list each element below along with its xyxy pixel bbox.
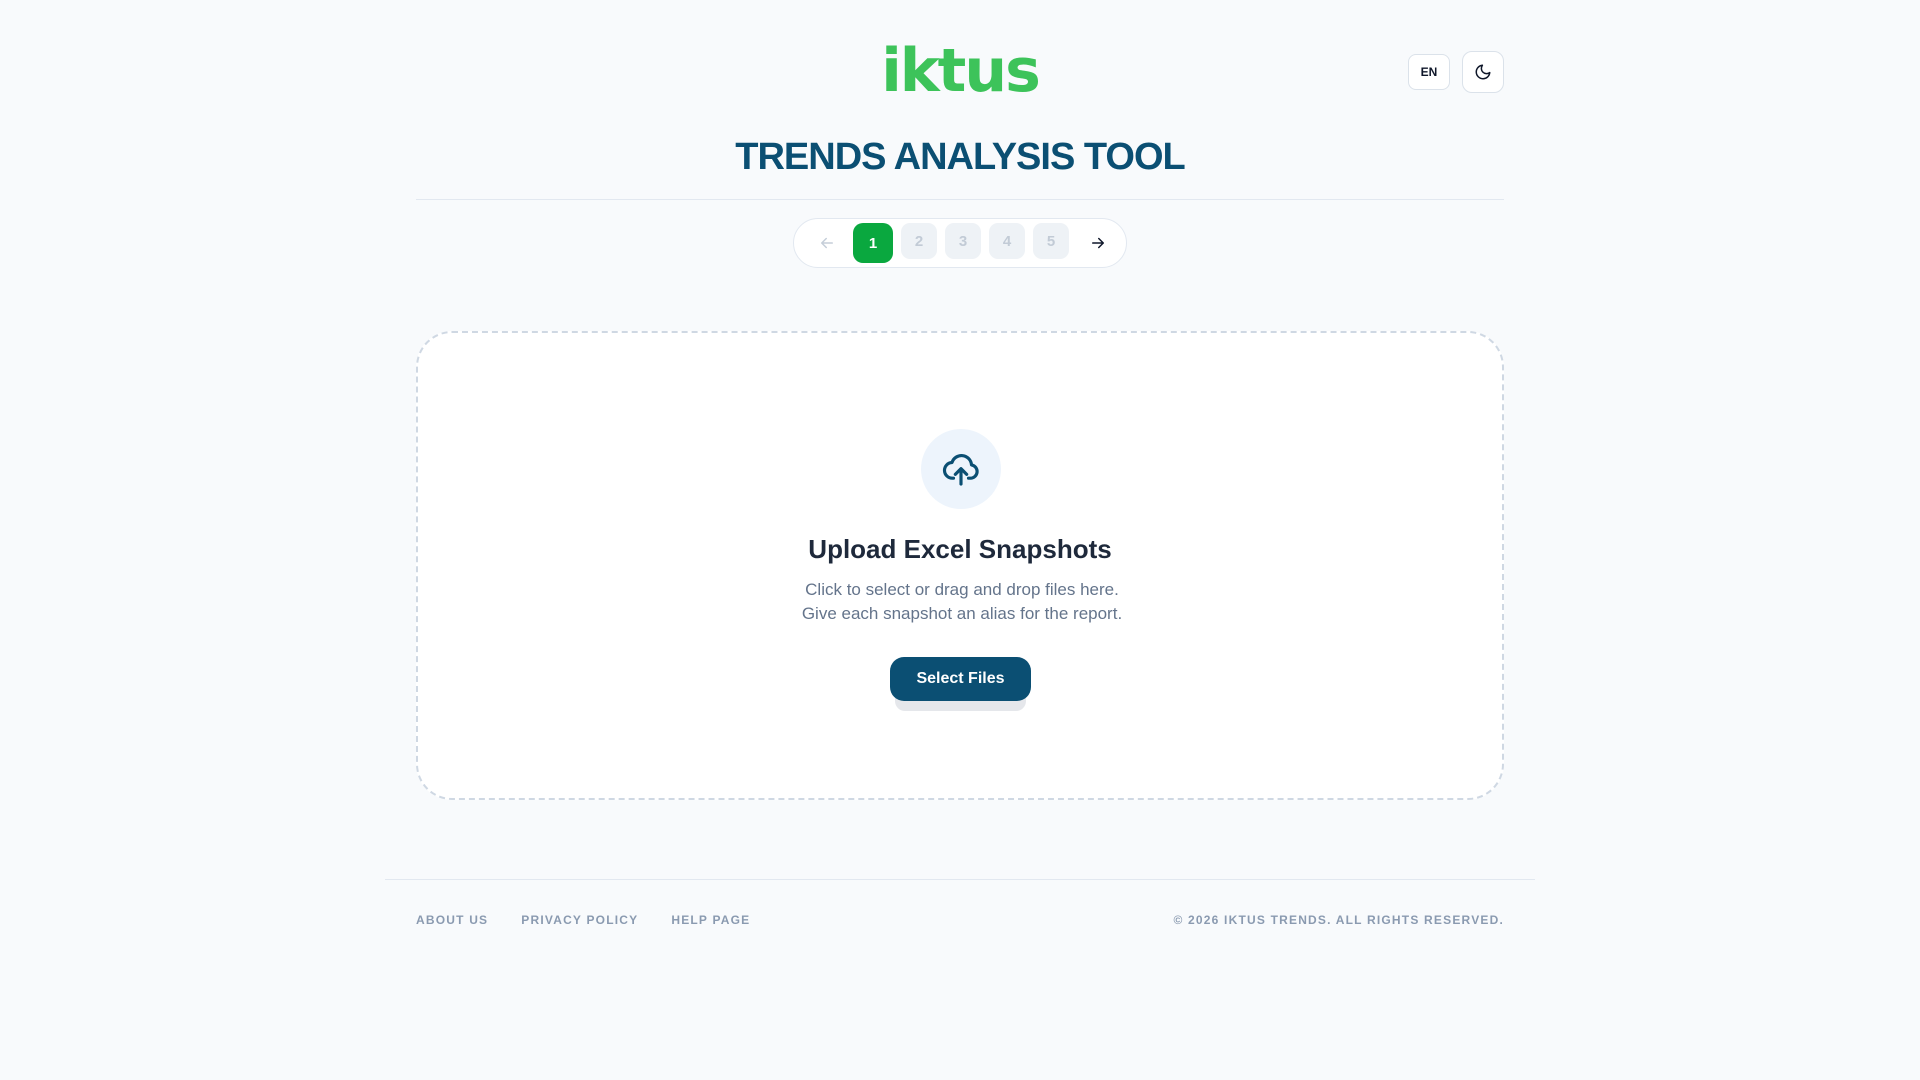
upload-description: Click to select or drag and drop files h… [801, 580, 1123, 623]
privacy-policy-link[interactable]: PRIVACY POLICY [521, 912, 638, 928]
next-step-button[interactable] [1079, 224, 1116, 262]
moon-icon [1475, 64, 1491, 80]
language-button[interactable]: EN [1408, 54, 1450, 90]
arrow-right-icon [1091, 237, 1104, 249]
header-controls: EN [1408, 51, 1504, 93]
footer-links: ABOUT US PRIVACY POLICY HELP PAGE [416, 912, 750, 928]
copyright-text: © 2026 IKTUS TRENDS. ALL RIGHTS RESERVED… [1173, 913, 1504, 927]
step-list: 1 2 3 4 5 [853, 223, 1069, 269]
page: iktus EN TRENDS ANALYSIS TOOL 1 2 3 4 5 [0, 0, 1920, 1080]
theme-toggle-button[interactable] [1462, 51, 1504, 93]
previous-step-button[interactable] [808, 224, 845, 262]
step-1[interactable]: 1 [853, 223, 893, 269]
cloud-upload-icon [942, 453, 979, 486]
upload-title: Upload Excel Snapshots [808, 534, 1112, 564]
upload-icon-badge [921, 429, 1001, 509]
file-dropzone[interactable]: Upload Excel Snapshots Click to select o… [416, 331, 1504, 800]
step-2[interactable]: 2 [901, 223, 937, 259]
arrow-left-icon [820, 237, 833, 249]
help-page-link[interactable]: HELP PAGE [671, 912, 750, 928]
step-4[interactable]: 4 [989, 223, 1025, 259]
step-navigator: 1 2 3 4 5 [793, 218, 1127, 269]
page-title: TRENDS ANALYSIS TOOL [735, 136, 1185, 178]
footer-divider [385, 879, 1535, 880]
iktus-logo[interactable]: iktus [0, 36, 1920, 106]
select-files-wrapper: Select Files [890, 657, 1031, 711]
step-3[interactable]: 3 [945, 223, 981, 259]
about-us-link[interactable]: ABOUT US [416, 912, 488, 928]
select-files-button[interactable]: Select Files [890, 657, 1031, 701]
header-divider [416, 199, 1504, 200]
step-5[interactable]: 5 [1033, 223, 1069, 259]
